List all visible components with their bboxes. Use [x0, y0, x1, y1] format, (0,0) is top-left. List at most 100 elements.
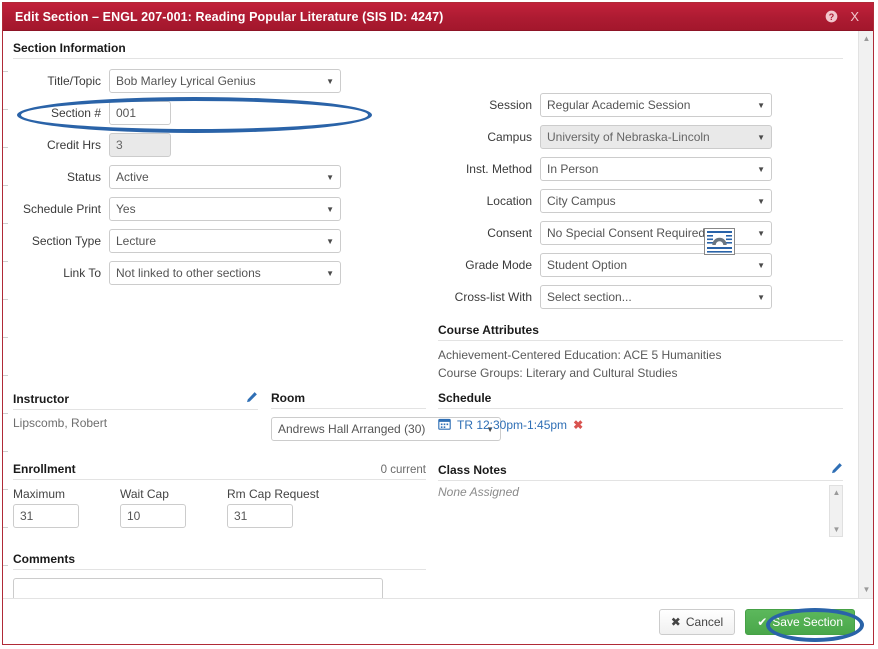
pencil-icon[interactable] — [246, 391, 258, 406]
chevron-down-icon: ▼ — [757, 164, 765, 174]
label-credit-hours: Credit Hrs — [46, 138, 101, 152]
field-row-link-to: Link To Not linked to other sections ▼ — [13, 261, 428, 285]
class-notes-value: None Assigned — [438, 485, 519, 499]
svg-text:?: ? — [829, 12, 834, 22]
select-grade-mode[interactable]: Student Option ▼ — [540, 253, 772, 277]
course-attributes-panel: Course Attributes Achievement-Centered E… — [438, 323, 843, 381]
chevron-down-icon: ▼ — [757, 292, 765, 302]
comments-textarea[interactable] — [13, 578, 383, 598]
select-location[interactable]: City Campus ▼ — [540, 189, 772, 213]
save-section-button-label: Save Section — [772, 614, 843, 629]
class-notes-heading-label: Class Notes — [438, 463, 507, 477]
field-group-maximum: Maximum 31 — [13, 487, 79, 528]
label-section-type: Section Type — [31, 234, 101, 248]
class-notes-heading: Class Notes — [438, 462, 843, 481]
class-notes-scrollbar[interactable]: ▲ ▼ — [829, 485, 843, 537]
scroll-down-arrow-icon[interactable]: ▼ — [861, 585, 872, 595]
label-instruction-method: Inst. Method — [465, 162, 532, 176]
field-row-location: Location City Campus ▼ — [438, 189, 848, 213]
field-row-credit-hours: Credit Hrs 3 — [13, 133, 428, 157]
input-wait-cap[interactable]: 10 — [120, 504, 186, 528]
select-link-to[interactable]: Not linked to other sections ▼ — [109, 261, 341, 285]
chevron-down-icon: ▼ — [326, 76, 334, 86]
room-heading: Room — [271, 391, 426, 409]
course-attributes-heading: Course Attributes — [438, 323, 843, 341]
scroll-down-arrow-icon[interactable]: ▼ — [832, 525, 841, 534]
dialog-body: Section Information Title/Topic Bob Marl… — [3, 31, 873, 598]
schedule-meeting-row[interactable]: TR 12:30pm-1:45pm ✖ — [438, 409, 843, 433]
instructor-heading-label: Instructor — [13, 392, 70, 406]
select-section-type[interactable]: Lecture ▼ — [109, 229, 341, 253]
title-bar-actions: ? X — [825, 10, 865, 23]
label-wait-cap: Wait Cap — [120, 487, 169, 501]
delete-x-icon[interactable]: ✖ — [573, 418, 583, 432]
schedule-meeting-text: TR 12:30pm-1:45pm — [457, 418, 568, 432]
label-section-number: Section # — [50, 106, 101, 120]
scroll-up-arrow-icon[interactable]: ▲ — [832, 488, 841, 497]
select-title-topic[interactable]: Bob Marley Lyrical Genius ▼ — [109, 69, 341, 93]
chevron-down-icon: ▼ — [757, 228, 765, 238]
section-left-column: Title/Topic Bob Marley Lyrical Genius ▼ … — [13, 69, 428, 293]
label-link-to: Link To — [63, 266, 101, 280]
label-status: Status — [66, 170, 101, 184]
enrollment-panel: Enrollment 0 current Maximum 31 Wait Cap… — [13, 462, 426, 528]
label-rm-cap-request: Rm Cap Request — [227, 487, 320, 501]
label-maximum: Maximum — [13, 487, 66, 501]
select-session[interactable]: Regular Academic Session ▼ — [540, 93, 772, 117]
edit-section-dialog: Edit Section – ENGL 207-001: Reading Pop… — [2, 2, 874, 645]
field-row-schedule-print: Schedule Print Yes ▼ — [13, 197, 428, 221]
section-right-column: Session Regular Academic Session ▼ Campu… — [438, 93, 848, 317]
field-row-instruction-method: Inst. Method In Person ▼ — [438, 157, 848, 181]
select-consent[interactable]: No Special Consent Required ▼ — [540, 221, 772, 245]
field-row-section-type: Section Type Lecture ▼ — [13, 229, 428, 253]
instructor-panel: Instructor Lipscomb, Robert — [13, 391, 258, 430]
input-rm-cap-request[interactable]: 31 — [227, 504, 293, 528]
room-panel: Room Andrews Hall Arranged (30) ▼ — [271, 391, 501, 441]
select-schedule-print[interactable]: Yes ▼ — [109, 197, 341, 221]
calendar-icon — [438, 417, 451, 433]
instructor-heading: Instructor — [13, 391, 258, 410]
input-section-number[interactable]: 001 — [109, 101, 171, 125]
select-cross-list-with[interactable]: Select section... ▼ — [540, 285, 772, 309]
check-icon: ✔ — [757, 614, 768, 629]
close-icon[interactable]: X — [850, 10, 859, 23]
help-icon[interactable]: ? — [825, 10, 838, 23]
enrollment-heading: Enrollment 0 current — [13, 462, 426, 480]
label-session: Session — [489, 98, 532, 112]
text-cursor-overlay-icon — [704, 228, 735, 255]
select-instruction-method[interactable]: In Person ▼ — [540, 157, 772, 181]
schedule-heading: Schedule — [438, 391, 843, 409]
field-row-status: Status Active ▼ — [13, 165, 428, 189]
instructor-name: Lipscomb, Robert — [13, 416, 108, 430]
label-schedule-print: Schedule Print — [22, 202, 101, 216]
label-campus: Campus — [487, 130, 532, 144]
chevron-down-icon: ▼ — [757, 132, 765, 142]
input-maximum[interactable]: 31 — [13, 504, 79, 528]
x-icon: ✖ — [670, 614, 681, 629]
chevron-down-icon: ▼ — [326, 236, 334, 246]
scroll-up-arrow-icon[interactable]: ▲ — [861, 34, 872, 44]
dialog-footer: ✖ Cancel ✔ Save Section — [3, 598, 873, 644]
chevron-down-icon: ▼ — [757, 100, 765, 110]
field-row-campus: Campus University of Nebraska-Lincoln ▼ — [438, 125, 848, 149]
label-location: Location — [486, 194, 532, 208]
dialog-title-bar: Edit Section – ENGL 207-001: Reading Pop… — [3, 3, 873, 31]
pencil-icon[interactable] — [831, 462, 843, 477]
label-grade-mode: Grade Mode — [465, 258, 532, 272]
chevron-down-icon: ▼ — [757, 196, 765, 206]
label-consent: Consent — [487, 226, 532, 240]
cancel-button[interactable]: ✖ Cancel — [658, 608, 736, 635]
label-title-topic: Title/Topic — [47, 74, 101, 88]
section-information-heading: Section Information — [13, 41, 843, 59]
field-group-rm-cap-request: Rm Cap Request 31 — [227, 487, 319, 528]
dialog-body-scrollbar[interactable]: ▲ ▼ — [858, 31, 873, 598]
field-group-wait-cap: Wait Cap 10 — [120, 487, 186, 528]
save-section-button[interactable]: ✔ Save Section — [745, 608, 855, 635]
select-campus: University of Nebraska-Lincoln ▼ — [540, 125, 772, 149]
select-status[interactable]: Active ▼ — [109, 165, 341, 189]
comments-panel: Comments — [13, 552, 426, 598]
chevron-down-icon: ▼ — [326, 172, 334, 182]
cancel-button-label: Cancel — [685, 614, 724, 629]
field-row-consent: Consent No Special Consent Required ▼ — [438, 221, 848, 245]
chevron-down-icon: ▼ — [326, 268, 334, 278]
